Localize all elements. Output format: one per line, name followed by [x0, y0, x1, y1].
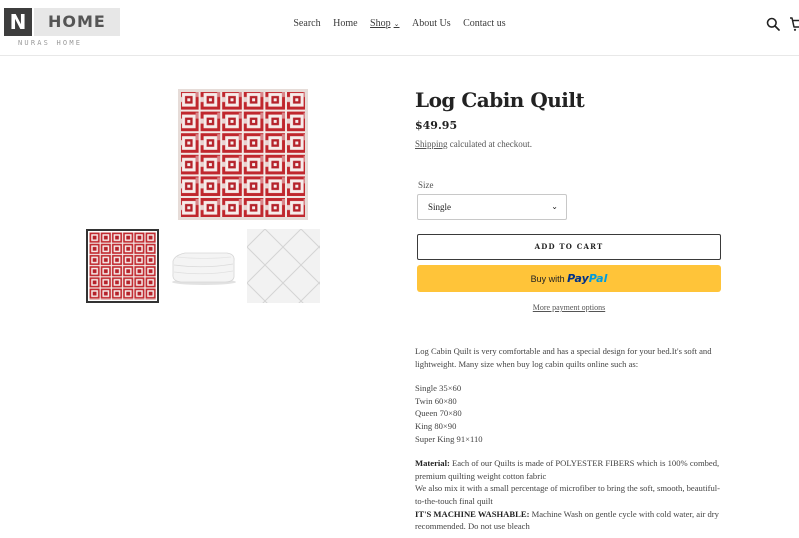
list-item: Twin 60×80: [415, 395, 457, 406]
size-label: Size: [418, 180, 434, 190]
material-section: Material: Each of our Quilts is made of …: [415, 457, 725, 533]
main-nav: Search Home Shop ⌄ About Us Contact us: [0, 18, 799, 29]
site-header: N HOME NURAS HOME Search Home Shop ⌄ Abou…: [0, 0, 799, 56]
list-item: Queen 70×80: [415, 408, 462, 419]
washable-label: IT'S MACHINE WASHABLE:: [415, 508, 530, 519]
nav-item-shop-label: Shop: [370, 18, 391, 29]
material-label: Material:: [415, 458, 450, 469]
product-description: Log Cabin Quilt is very comfortable and …: [415, 345, 725, 533]
cart-icon[interactable]: [789, 16, 799, 32]
paypal-logo: PayPal: [567, 272, 608, 285]
shipping-link[interactable]: Shipping: [415, 139, 448, 149]
search-icon[interactable]: [766, 17, 780, 31]
nav-item-home[interactable]: Home: [333, 18, 357, 29]
nav-item-shop[interactable]: Shop ⌄: [370, 18, 399, 29]
size-select[interactable]: Single ⌄: [417, 194, 567, 220]
list-item: Super King 91×110: [415, 433, 483, 444]
size-select-value: Single: [428, 202, 452, 212]
thumbnail-quilt-red[interactable]: [86, 229, 159, 303]
thumbnail-quilted-fabric[interactable]: [247, 229, 320, 303]
product-title: Log Cabin Quilt: [415, 88, 585, 112]
more-payment-options-link[interactable]: More payment options: [417, 303, 721, 312]
nav-item-about[interactable]: About Us: [412, 18, 451, 29]
paypal-button[interactable]: Buy with PayPal: [417, 265, 721, 292]
microfiber-text: We also mix it with a small percentage o…: [415, 483, 721, 506]
thumbnail-image: [89, 232, 156, 300]
shipping-note-text: calculated at checkout.: [447, 139, 532, 149]
thumbnail-folded-quilt[interactable]: [167, 229, 240, 303]
list-item: King 80×90: [415, 420, 457, 431]
shipping-note: Shipping calculated at checkout.: [415, 139, 532, 149]
nav-item-contact[interactable]: Contact us: [463, 18, 506, 29]
chevron-down-icon: ⌄: [393, 20, 400, 28]
material-text: Each of our Quilts is made of POLYESTER …: [415, 458, 720, 481]
product-price: $49.95: [415, 119, 458, 132]
product-main-image[interactable]: [178, 89, 308, 220]
chevron-down-icon: ⌄: [551, 202, 558, 211]
logo-tagline: NURAS HOME: [18, 39, 83, 47]
description-intro: Log Cabin Quilt is very comfortable and …: [415, 346, 712, 369]
nav-item-search[interactable]: Search: [293, 18, 320, 29]
paypal-button-label: Buy with: [530, 274, 565, 284]
size-list: Single 35×60 Twin 60×80 Queen 70×80 King…: [415, 382, 725, 445]
add-to-cart-button[interactable]: ADD TO CART: [417, 234, 721, 260]
list-item: Single 35×60: [415, 383, 462, 394]
